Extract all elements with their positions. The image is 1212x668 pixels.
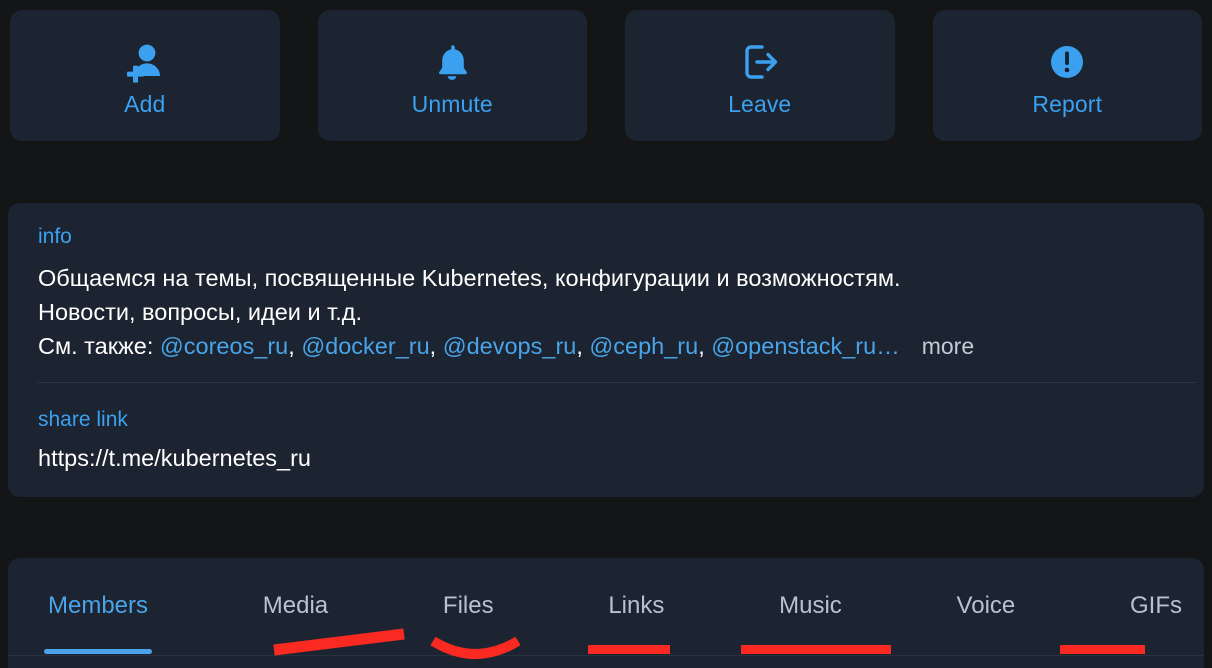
info-description-line-2: Новости, вопросы, идеи и т.д. — [38, 299, 363, 325]
unmute-button[interactable]: Unmute — [317, 10, 587, 141]
leave-button-label: Leave — [728, 91, 792, 117]
share-link-title: share link — [38, 408, 128, 431]
report-button-label: Report — [1032, 91, 1103, 117]
add-button[interactable]: Add — [10, 10, 280, 141]
info-description-line-3: См. также: @coreos_ru, @docker_ru, @devo… — [38, 333, 975, 359]
bell-icon — [430, 39, 474, 85]
info-section-title: info — [38, 225, 72, 248]
info-divider — [38, 382, 1196, 383]
tab-media[interactable]: Media — [263, 592, 328, 620]
more-link[interactable]: more — [922, 333, 974, 359]
info-see-also-prefix: См. также: — [38, 333, 160, 359]
tab-links[interactable]: Links — [608, 592, 664, 620]
tab-music[interactable]: Music — [779, 592, 842, 620]
mention-ceph-ru[interactable]: @ceph_ru — [589, 333, 698, 359]
active-tab-indicator — [44, 649, 153, 654]
tab-strip: Members Media Files Links Music Voice GIFs — [8, 558, 1204, 654]
share-link-url[interactable]: https://t.me/kubernetes_ru — [38, 445, 311, 472]
mention-devops-ru[interactable]: @devops_ru — [443, 333, 577, 359]
add-person-icon — [123, 39, 167, 85]
tab-gifs[interactable]: GIFs — [1130, 592, 1182, 620]
action-button-row: Add Unmute Leave Report — [10, 10, 1202, 141]
mention-coreos-ru[interactable]: @coreos_ru — [160, 333, 288, 359]
leave-arrow-icon — [738, 39, 782, 85]
share-link-block[interactable]: share link https://t.me/kubernetes_ru — [38, 408, 311, 472]
tab-panel: Members Media Files Links Music Voice GIFs — [8, 558, 1204, 668]
report-button[interactable]: Report — [932, 10, 1202, 141]
unmute-button-label: Unmute — [411, 91, 493, 117]
tab-voice[interactable]: Voice — [957, 592, 1016, 620]
exclamation-circle-icon — [1045, 39, 1089, 85]
tab-files[interactable]: Files — [443, 592, 494, 620]
info-description-line-1: Общаемся на темы, посвященные Kubernetes… — [38, 265, 901, 291]
mention-openstack-ru[interactable]: @openstack_ru… — [711, 333, 899, 359]
add-button-label: Add — [124, 91, 166, 117]
info-panel: info Общаемся на темы, посвященные Kuber… — [8, 203, 1204, 497]
tab-members[interactable]: Members — [48, 592, 148, 620]
tab-bottom-divider — [8, 655, 1204, 656]
mention-docker-ru[interactable]: @docker_ru — [301, 333, 429, 359]
leave-button[interactable]: Leave — [625, 10, 895, 141]
